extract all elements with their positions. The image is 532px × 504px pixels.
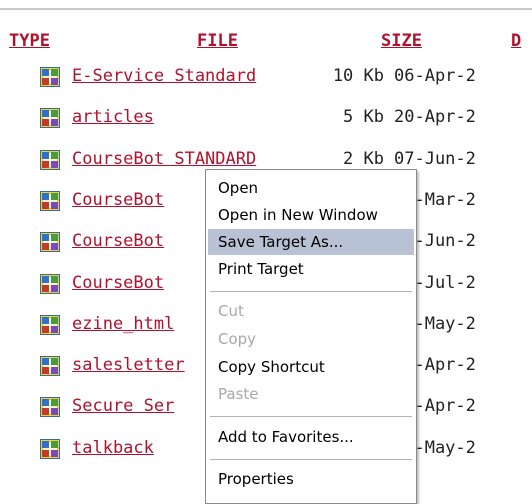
- file-type-icon[interactable]: [40, 273, 60, 294]
- file-date: 07-Jun-2: [394, 148, 476, 169]
- context-menu: Open Open in New Window Save Target As..…: [205, 169, 417, 504]
- menu-separator: [210, 291, 412, 292]
- header-date[interactable]: D: [511, 31, 521, 51]
- file-link[interactable]: CourseBot STANDARD: [72, 149, 256, 169]
- menu-item-properties[interactable]: Properties: [208, 466, 414, 492]
- file-type-icon[interactable]: [40, 190, 60, 211]
- menu-item-open-new-window[interactable]: Open in New Window: [208, 202, 414, 228]
- header-type[interactable]: TYPE: [9, 31, 50, 51]
- file-link[interactable]: CourseBot: [72, 231, 164, 251]
- menu-item-copy-shortcut[interactable]: Copy Shortcut: [208, 354, 414, 380]
- file-link[interactable]: CourseBot: [72, 190, 164, 210]
- file-type-icon[interactable]: [40, 232, 60, 253]
- top-divider: [0, 8, 532, 10]
- file-type-icon[interactable]: [40, 108, 60, 129]
- menu-item-open[interactable]: Open: [208, 175, 414, 201]
- file-date: 20-Apr-2: [394, 107, 476, 128]
- menu-separator: [210, 416, 412, 417]
- file-row: E-Service Standard 10 Kb 06-Apr-2: [0, 64, 532, 94]
- file-link[interactable]: articles: [72, 107, 154, 127]
- header-size[interactable]: SIZE: [381, 31, 422, 51]
- menu-item-cut[interactable]: Cut: [208, 298, 414, 324]
- header-file[interactable]: FILE: [197, 31, 238, 51]
- menu-item-copy[interactable]: Copy: [208, 326, 414, 352]
- file-type-icon[interactable]: [40, 438, 60, 459]
- file-type-icon[interactable]: [40, 397, 60, 418]
- file-date: 06-Apr-2: [394, 66, 476, 86]
- file-size: 2 Kb: [343, 148, 384, 169]
- file-type-icon[interactable]: [40, 149, 60, 170]
- menu-item-save-target-as[interactable]: Save Target As...: [208, 229, 414, 255]
- file-link[interactable]: Secure Ser: [72, 396, 174, 416]
- file-type-icon[interactable]: [40, 314, 60, 335]
- menu-item-print-target[interactable]: Print Target: [208, 256, 414, 282]
- menu-item-add-to-favorites[interactable]: Add to Favorites...: [208, 424, 414, 450]
- file-type-icon[interactable]: [40, 67, 60, 87]
- file-size: 10 Kb: [332, 66, 384, 86]
- file-link[interactable]: ezine_html: [72, 314, 174, 334]
- menu-item-paste[interactable]: Paste: [208, 381, 414, 407]
- file-link[interactable]: talkback: [72, 438, 154, 458]
- file-link[interactable]: E-Service Standard: [72, 66, 256, 86]
- file-size: 5 Kb: [343, 107, 384, 128]
- file-row: articles 5 Kb 20-Apr-2: [0, 105, 532, 135]
- menu-separator: [210, 459, 412, 460]
- file-link[interactable]: CourseBot: [72, 273, 164, 293]
- file-link[interactable]: salesletter: [72, 355, 185, 375]
- file-type-icon[interactable]: [40, 356, 60, 377]
